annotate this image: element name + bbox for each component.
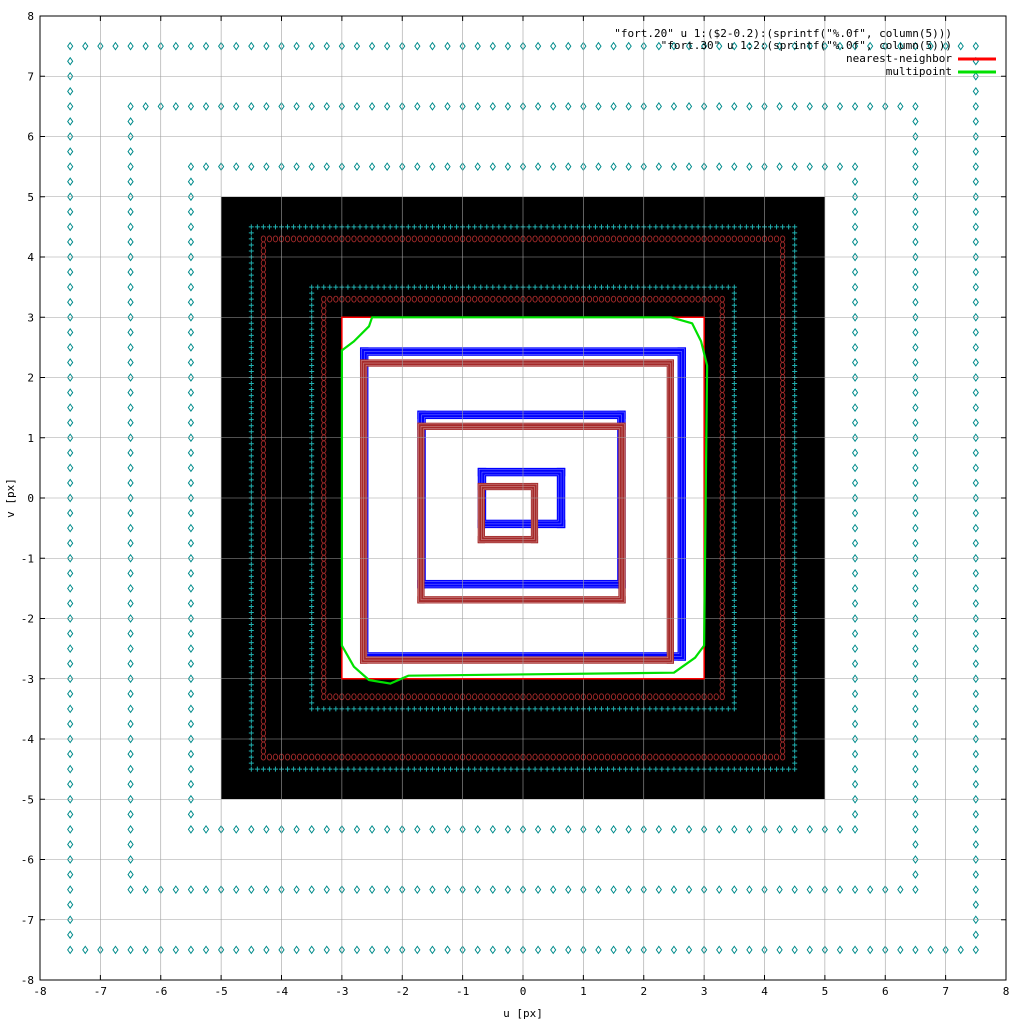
x-tick-label: 7: [942, 985, 949, 998]
x-tick-label: 2: [640, 985, 647, 998]
y-tick-label: 7: [27, 70, 34, 83]
legend-entry-fort30: "fort.30" u 1:2:(sprintf("%.0f", column(…: [661, 39, 952, 52]
y-tick-label: 2: [27, 372, 34, 385]
y-tick-label: -2: [21, 613, 34, 626]
y-tick-label: -1: [21, 552, 34, 565]
x-tick-label: -7: [94, 985, 107, 998]
y-tick-label: 3: [27, 311, 34, 324]
x-tick-label: 1: [580, 985, 587, 998]
y-tick-label: -8: [21, 974, 34, 987]
x-tick-label: -4: [275, 985, 289, 998]
x-tick-label: 5: [822, 985, 829, 998]
y-tick-label: -5: [21, 793, 34, 806]
y-tick-label: -4: [21, 733, 35, 746]
x-tick-label: 0: [520, 985, 527, 998]
legend-entry-multipoint: multipoint: [886, 65, 952, 78]
y-tick-label: -6: [21, 854, 34, 867]
y-tick-label: 4: [27, 251, 34, 264]
y-tick-label: -3: [21, 673, 34, 686]
legend-entry-nearest-neighbor: nearest-neighbor: [846, 52, 952, 65]
y-tick-label: 5: [27, 191, 34, 204]
y-tick-label: 8: [27, 10, 34, 23]
x-tick-label: -6: [154, 985, 167, 998]
x-tick-label: -1: [456, 985, 469, 998]
x-tick-label: -8: [33, 985, 46, 998]
y-tick-label: -7: [21, 914, 34, 927]
x-axis-label: u [px]: [503, 1007, 543, 1020]
y-axis-label: v [px]: [4, 478, 17, 518]
x-tick-label: -5: [215, 985, 228, 998]
plot-canvas: -8 -7 -6 -5 -4 -3 -2 -1 0 1 2 3 4 5 6 7 8 -8 -7 -6 -5 -4 -3 -2 -…: [0, 0, 1024, 1024]
y-tick-label: 6: [27, 131, 34, 144]
x-tick-label: 3: [701, 985, 708, 998]
x-tick-label: 4: [761, 985, 768, 998]
x-tick-label: -3: [335, 985, 348, 998]
x-tick-label: 6: [882, 985, 889, 998]
x-tick-label: 8: [1003, 985, 1010, 998]
x-tick-label: -2: [396, 985, 409, 998]
y-tick-label: 0: [27, 492, 34, 505]
y-tick-label: 1: [27, 432, 34, 445]
